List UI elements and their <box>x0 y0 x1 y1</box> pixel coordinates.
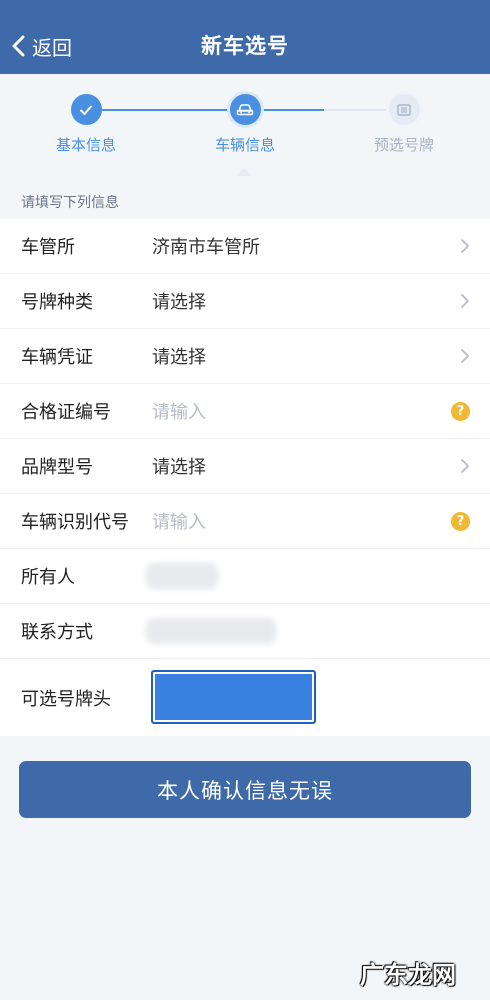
form-row-contact: 联系方式 <box>0 604 490 659</box>
help-icon[interactable]: ? <box>451 512 470 531</box>
certificate-number-input[interactable]: 请输入 <box>152 398 206 424</box>
field-label: 品牌型号 <box>21 457 93 478</box>
field-label: 联系方式 <box>21 622 93 643</box>
form-hint: 请填写下列信息 <box>21 195 119 211</box>
form-row-vehicle-certificate[interactable]: 车辆凭证 请选择 <box>0 329 490 384</box>
form-row-plate-prefix: 可选号牌头 <box>0 659 490 736</box>
field-label: 车辆凭证 <box>21 347 93 368</box>
form-row-certificate-number[interactable]: 合格证编号 请输入 ? <box>0 384 490 439</box>
chevron-right-icon <box>461 294 469 308</box>
help-icon[interactable]: ? <box>451 402 470 421</box>
field-value: 请选择 <box>152 292 206 313</box>
form-row-vin[interactable]: 车辆识别代号 请输入 ? <box>0 494 490 549</box>
field-label: 车辆识别代号 <box>21 512 129 533</box>
contact-redacted <box>146 618 276 644</box>
plate-prefix-selector[interactable] <box>151 670 316 724</box>
step-label: 车辆信息 <box>214 136 275 154</box>
watermark: 广东龙网 <box>360 960 456 989</box>
form-row-owner: 所有人 <box>0 549 490 604</box>
field-value: 请选择 <box>152 457 206 478</box>
plate-icon <box>388 94 420 125</box>
field-label: 所有人 <box>21 567 75 588</box>
owner-redacted <box>146 563 218 589</box>
vin-input[interactable]: 请输入 <box>152 508 206 534</box>
field-label: 车管所 <box>21 237 75 258</box>
app-root: 返回 新车选号 基本信息 车辆信息 预选号牌 请填写下列信息 车管所 济南市车管… <box>0 0 490 1000</box>
form-row-vehicle-office[interactable]: 车管所 济南市车管所 <box>0 219 490 274</box>
form-row-brand-model[interactable]: 品牌型号 请选择 <box>0 439 490 494</box>
step-basic-info: 基本信息 <box>26 94 146 155</box>
active-step-indicator <box>236 168 252 176</box>
field-label: 合格证编号 <box>21 402 111 423</box>
chevron-right-icon <box>461 239 469 253</box>
step-label: 预选号牌 <box>373 136 434 154</box>
page-title: 新车选号 <box>201 34 289 58</box>
step-plate-select: 预选号牌 <box>344 94 464 155</box>
chevron-right-icon <box>461 349 469 363</box>
field-label: 号牌种类 <box>21 292 93 313</box>
step-vehicle-info: 车辆信息 <box>185 94 305 155</box>
step-label: 基本信息 <box>55 136 116 154</box>
chevron-right-icon <box>461 459 469 473</box>
field-value: 请选择 <box>152 347 206 368</box>
check-icon <box>70 94 102 125</box>
confirm-button[interactable]: 本人确认信息无误 <box>19 761 471 818</box>
nav-header: 返回 新车选号 <box>0 0 490 74</box>
field-label: 可选号牌头 <box>21 688 111 710</box>
field-value: 济南市车管所 <box>152 237 260 258</box>
progress-stepper: 基本信息 车辆信息 预选号牌 <box>0 74 490 184</box>
form-row-plate-type[interactable]: 号牌种类 请选择 <box>0 274 490 329</box>
car-icon <box>229 94 261 125</box>
vehicle-form: 车管所 济南市车管所 号牌种类 请选择 车辆凭证 请选择 合格证编号 请输入 ? <box>0 219 490 736</box>
